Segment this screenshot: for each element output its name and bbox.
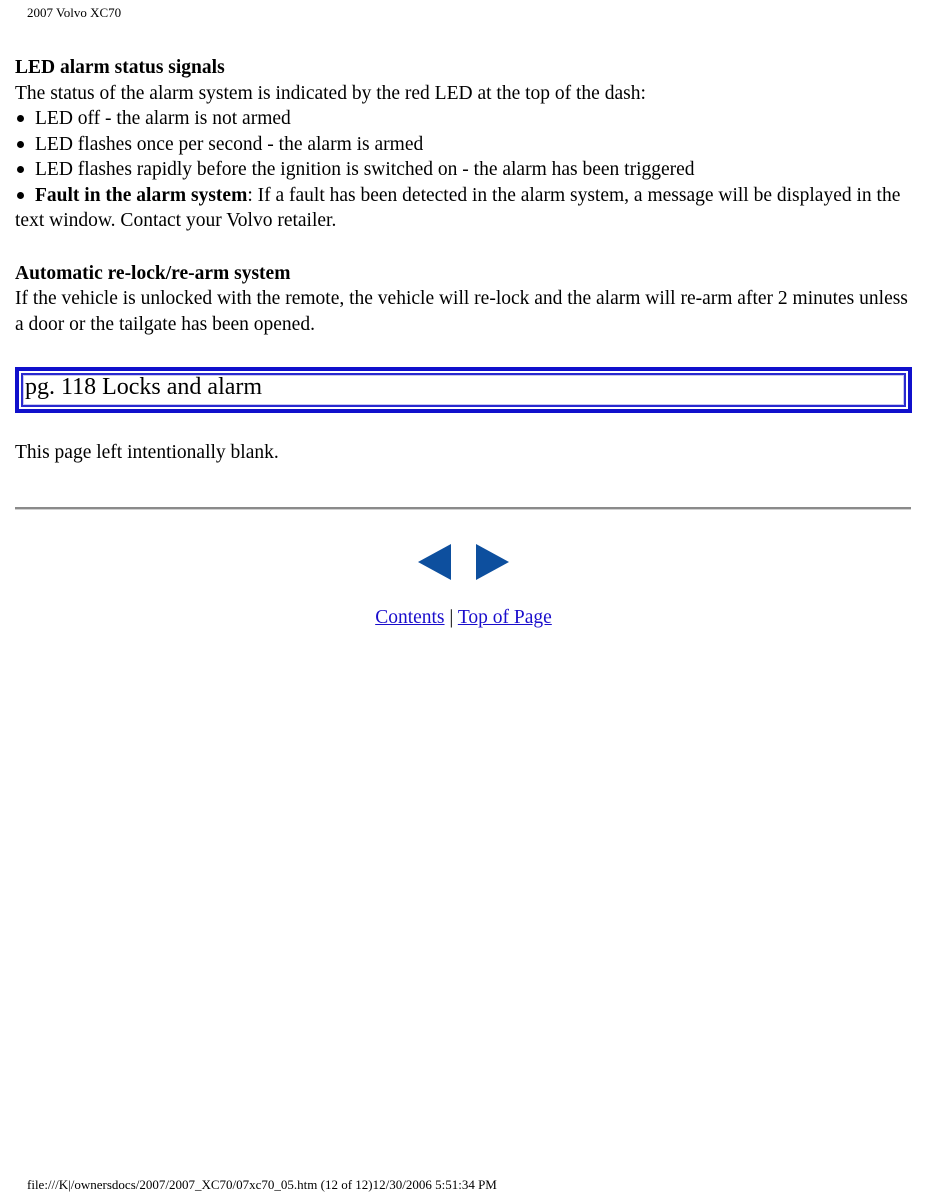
contents-link[interactable]: Contents (375, 607, 444, 628)
page-title-box: pg. 118 Locks and alarm (15, 367, 912, 413)
main-content: LED alarm status signals The status of t… (15, 55, 912, 337)
link-separator: | (449, 607, 454, 628)
bullet-icon (17, 166, 24, 174)
section-heading: Automatic re-lock/re-arm system (15, 262, 291, 284)
section-intro: The status of the alarm system is indica… (15, 82, 646, 104)
bullet-icon (17, 140, 24, 148)
list-item-text: LED flashes rapidly before the ignition … (35, 159, 695, 180)
bullet-icon (17, 115, 24, 123)
list-item-text: LED flashes once per second - the alarm … (35, 133, 424, 155)
list-item: LED off - the alarm is not armed (15, 106, 912, 132)
list-item: LED flashes once per second - the alarm … (15, 132, 912, 158)
previous-arrow-icon[interactable] (418, 544, 451, 580)
bullet-icon (17, 191, 24, 199)
list-item: LED flashes rapidly before the ignition … (15, 157, 912, 183)
top-of-page-link[interactable]: Top of Page (458, 607, 552, 628)
horizontal-divider (15, 507, 911, 510)
page-navigation (418, 544, 510, 580)
list-item-bold-label: Fault in the alarm system (35, 184, 248, 206)
section-body: If the vehicle is unlocked with the remo… (15, 288, 908, 335)
next-arrow-icon[interactable] (476, 544, 509, 580)
blank-page-note: This page left intentionally blank. (15, 442, 279, 463)
list-item: Fault in the alarm system: If a fault ha… (15, 183, 912, 234)
file-path-footer: file:///K|/ownersdocs/2007/2007_XC70/07x… (27, 1177, 497, 1192)
page-title: pg. 118 Locks and alarm (25, 374, 263, 400)
led-alarm-section: LED alarm status signals The status of t… (15, 55, 912, 234)
document-header-title: 2007 Volvo XC70 (27, 5, 122, 20)
section-heading: LED alarm status signals (15, 57, 225, 78)
list-item-text: LED off - the alarm is not armed (35, 108, 291, 129)
led-status-list: LED off - the alarm is not armed LED fla… (15, 106, 912, 234)
footer-links: Contents | Top of Page (0, 607, 927, 629)
relock-section: Automatic re-lock/re-arm system If the v… (15, 261, 912, 338)
